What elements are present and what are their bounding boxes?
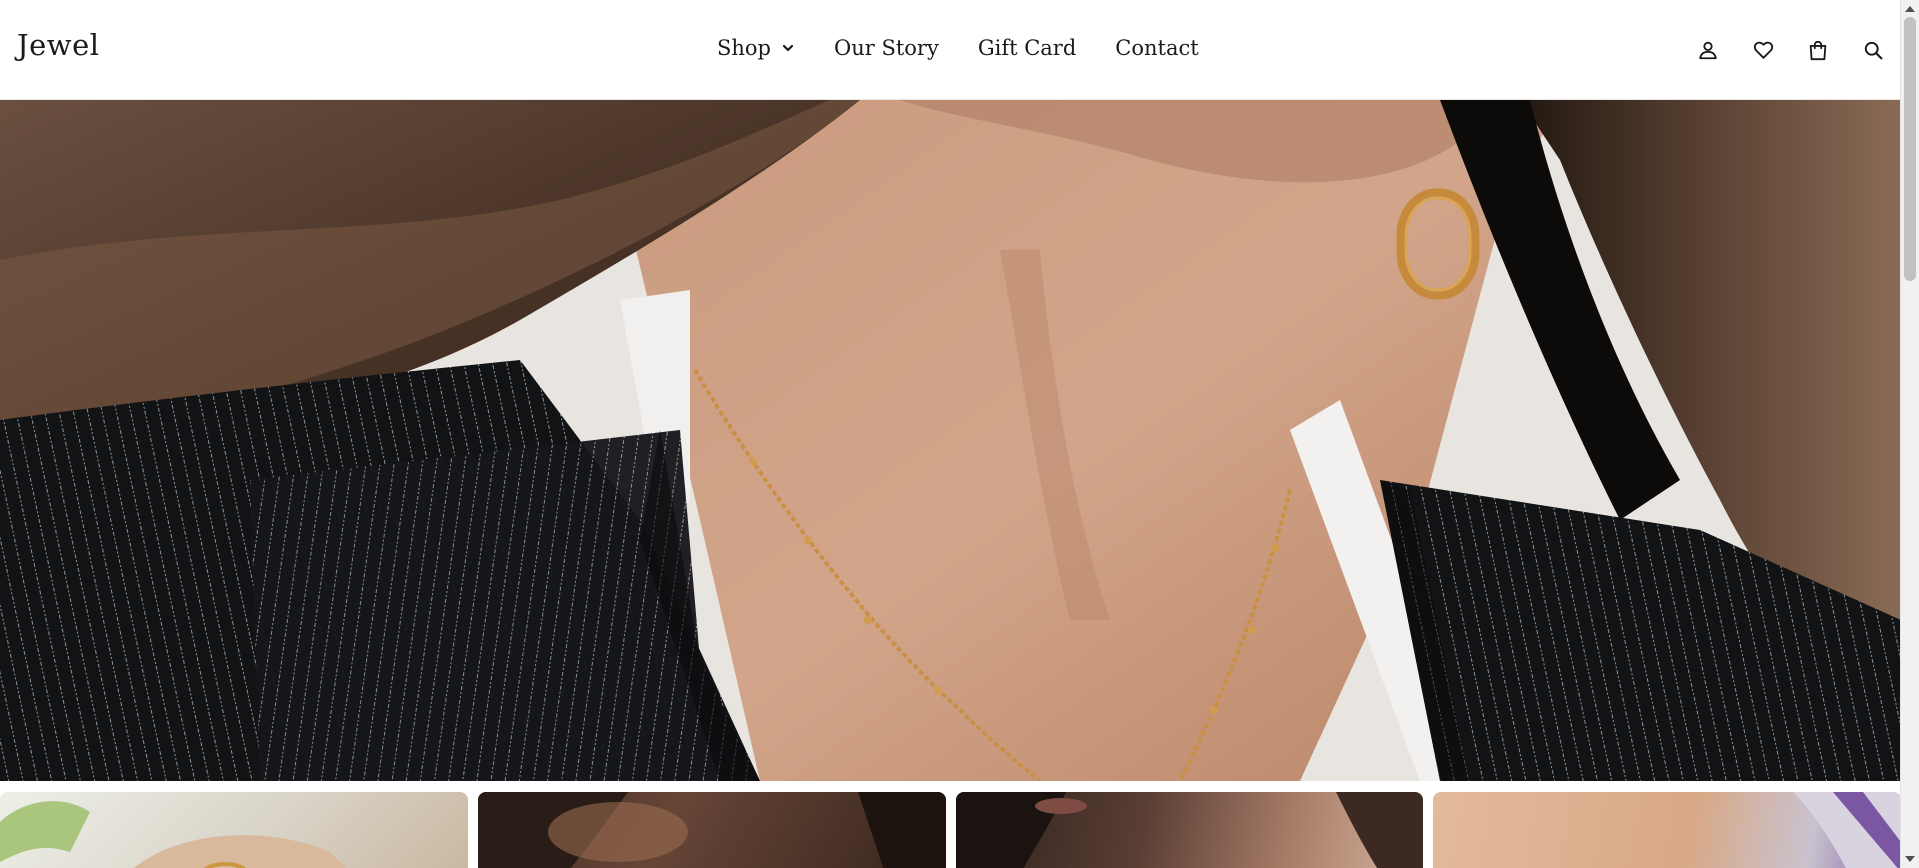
- nav-gift-card[interactable]: Gift Card: [978, 36, 1076, 60]
- nav-shop[interactable]: Shop: [717, 36, 795, 60]
- tile-fabric-illustration: [1793, 792, 1901, 868]
- bag-icon-glyph: [1809, 40, 1827, 60]
- page-scrollbar[interactable]: [1900, 0, 1919, 868]
- account-icon[interactable]: [1696, 38, 1720, 62]
- scrollbar-thumb[interactable]: [1904, 17, 1916, 281]
- account-icon-glyph: [1699, 41, 1717, 60]
- tile-model-portrait-image[interactable]: [478, 792, 946, 868]
- category-tiles: [0, 792, 1901, 868]
- scroll-up-arrow-icon[interactable]: [1905, 6, 1915, 12]
- nav-contact[interactable]: Contact: [1115, 36, 1198, 60]
- nav-gift-card-label: Gift Card: [977, 36, 1077, 60]
- nav-shop-label: Shop: [717, 36, 771, 60]
- tile-bracelet-illustration: [0, 801, 346, 868]
- tile-model-closeup-image[interactable]: [956, 792, 1423, 868]
- tile-portrait-illustration: [478, 792, 946, 868]
- search-icon[interactable]: [1861, 38, 1885, 62]
- main-nav: Shop Our Story Gift Card Contact: [717, 36, 1199, 60]
- shopping-bag-icon[interactable]: [1806, 38, 1830, 62]
- scroll-down-arrow-icon[interactable]: [1905, 856, 1915, 862]
- nav-contact-label: Contact: [1115, 36, 1199, 60]
- tile-closeup-illustration: [956, 792, 1423, 868]
- hero-illustration: [0, 100, 1901, 781]
- wishlist-heart-icon[interactable]: [1751, 38, 1775, 62]
- nav-our-story-label: Our Story: [834, 36, 939, 60]
- site-logo[interactable]: Jewel: [17, 28, 100, 62]
- page: Jewel Shop Our Story Gift Card Contact: [0, 0, 1919, 868]
- chevron-down-icon: [782, 44, 794, 52]
- tile-skin-fabric-image[interactable]: [1433, 792, 1901, 868]
- heart-icon-glyph: [1753, 41, 1773, 59]
- hero-image[interactable]: [0, 100, 1901, 781]
- nav-our-story[interactable]: Our Story: [834, 36, 939, 60]
- tile-bracelet-image[interactable]: [0, 792, 468, 868]
- site-header: Jewel Shop Our Story Gift Card Contact: [0, 0, 1901, 100]
- search-icon-glyph: [1864, 41, 1882, 59]
